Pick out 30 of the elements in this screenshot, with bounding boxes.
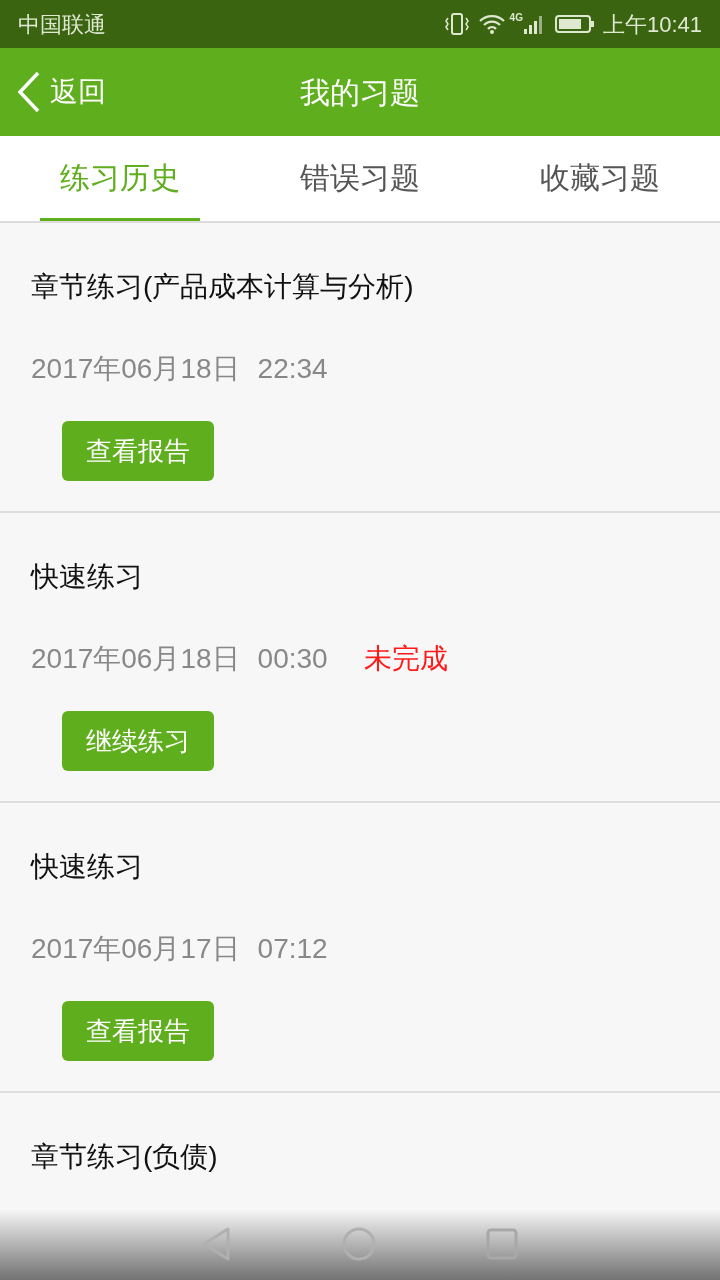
record-date: 2017年06月18日 [31,352,240,386]
back-chevron-icon [16,70,42,114]
back-triangle-icon[interactable] [202,1227,232,1261]
record-title: 章节练习(负债) [31,1140,218,1174]
page-title: 我的习题 [300,74,420,111]
wifi-icon [477,13,506,35]
record-action-button[interactable]: 查看报告 [62,421,214,481]
signal-icon [522,13,545,35]
record-title: 快速练习 [31,560,143,594]
status-label: 未完成 [363,642,448,676]
record-title: 章节练习(产品成本计算与分析) [31,270,414,304]
tab[interactable]: 收藏习题 [520,136,680,221]
vibrate-icon [443,12,470,36]
record-action-button[interactable]: 继续练习 [62,711,214,771]
record-title: 快速练习 [31,850,143,884]
record-time: 00:30 [257,642,328,676]
back-button[interactable]: 返回 [16,70,106,114]
network-label: 4G [509,11,523,25]
carrier-name: 中国联通 [18,10,106,39]
tab[interactable]: 错误习题 [280,136,440,221]
tab[interactable]: 练习历史 [40,136,200,221]
record-time: 22:34 [257,352,328,386]
record-action-button[interactable]: 查看报告 [62,1001,214,1061]
recents-square-icon[interactable] [486,1228,518,1260]
record-date: 2017年06月18日 [31,642,240,676]
record-date: 2017年06月17日 [31,932,240,966]
record-time: 07:12 [257,932,328,966]
battery-icon [554,14,595,34]
clock-time: 上午10:41 [602,10,702,39]
home-circle-icon[interactable] [342,1227,376,1261]
